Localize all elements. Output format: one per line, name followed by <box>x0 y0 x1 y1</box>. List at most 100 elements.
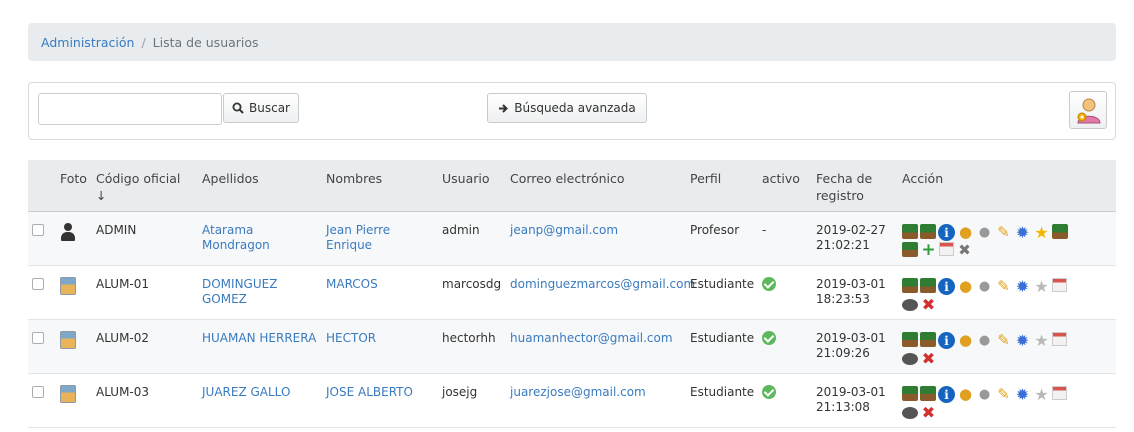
board-add-icon[interactable] <box>1052 224 1068 239</box>
classroom-icon[interactable] <box>902 224 918 239</box>
firstname-line2: Enrique <box>326 238 373 252</box>
firstname-link[interactable]: HECTOR <box>326 331 376 345</box>
header-firstname[interactable]: Nombres <box>322 160 438 212</box>
firstname-link[interactable]: MARCOS <box>326 277 378 291</box>
edit-pencil-icon[interactable]: ✎ <box>995 332 1012 349</box>
delete-icon[interactable]: ✖ <box>920 404 937 421</box>
info-icon[interactable]: i <box>938 332 955 349</box>
search-input[interactable] <box>38 93 222 125</box>
edit-pencil-icon[interactable]: ✎ <box>995 224 1012 241</box>
cell-date: 2019-02-27 <box>816 223 886 237</box>
table-header-row: Foto Código oficial ↓ Apellidos Nombres … <box>28 160 1116 212</box>
classroom-icon[interactable] <box>902 278 918 293</box>
star-outline-icon[interactable]: ★ <box>1033 386 1050 403</box>
classroom-icon[interactable] <box>902 386 918 401</box>
user-photo-icon <box>60 223 76 241</box>
header-active[interactable]: activo <box>758 160 812 212</box>
breadcrumb-current: Lista de usuarios <box>152 34 259 50</box>
lastname-link[interactable]: Atarama Mondragon <box>202 223 270 252</box>
firstname-link[interactable]: JOSE ALBERTO <box>326 385 413 399</box>
impersonate-mask-icon[interactable] <box>902 299 918 311</box>
impersonate-mask-icon[interactable] <box>902 407 918 419</box>
row-checkbox[interactable] <box>32 332 44 344</box>
classroom-board-icon[interactable] <box>920 278 936 293</box>
lastname-line2: GOMEZ <box>202 292 247 306</box>
header-photo: Foto <box>56 160 92 212</box>
board-export-icon[interactable] <box>902 242 918 257</box>
info-icon[interactable]: i <box>938 386 955 403</box>
user-add-icon[interactable]: ● <box>957 278 974 295</box>
delete-icon[interactable]: ✖ <box>920 350 937 367</box>
edit-pencil-icon[interactable]: ✎ <box>995 386 1012 403</box>
row-checkbox[interactable] <box>32 224 44 236</box>
lastname-line1: Atarama <box>202 223 254 237</box>
impersonate-mask-icon[interactable] <box>902 353 918 365</box>
check-circle-icon[interactable] <box>762 331 776 345</box>
cell-code: ALUM-02 <box>92 319 198 374</box>
header-select <box>28 160 56 212</box>
search-icon <box>232 102 244 114</box>
header-lastname[interactable]: Apellidos <box>198 160 322 212</box>
email-link[interactable]: jeanp@gmail.com <box>510 223 618 237</box>
header-code[interactable]: Código oficial ↓ <box>92 160 198 212</box>
cell-profile: Estudiante <box>686 319 758 374</box>
classroom-board-icon[interactable] <box>920 386 936 401</box>
cell-user: hectorhh <box>438 319 506 374</box>
header-action: Acción <box>898 160 1116 212</box>
row-checkbox[interactable] <box>32 278 44 290</box>
lastname-link[interactable]: DOMINGUEZ GOMEZ <box>202 277 277 306</box>
classroom-icon[interactable] <box>902 332 918 347</box>
header-registration-date[interactable]: Fecha de registro <box>812 160 898 212</box>
group-icon[interactable]: ● <box>976 278 993 295</box>
calendar-icon[interactable] <box>1052 278 1067 292</box>
cell-user: josejg <box>438 373 506 428</box>
firstname-link[interactable]: Jean Pierre Enrique <box>326 223 390 252</box>
edit-pencil-icon[interactable]: ✎ <box>995 278 1012 295</box>
classroom-board-icon[interactable] <box>920 224 936 239</box>
email-link[interactable]: juarezjose@gmail.com <box>510 385 646 399</box>
check-circle-icon[interactable] <box>762 385 776 399</box>
cell-time: 21:02:21 <box>816 238 870 252</box>
search-button[interactable]: Buscar <box>223 93 299 123</box>
user-add-icon[interactable]: ● <box>957 224 974 241</box>
student-photo-icon <box>60 277 76 295</box>
star-outline-icon[interactable]: ★ <box>1033 332 1050 349</box>
email-link[interactable]: dominguezmarcos@gmail.com <box>510 277 695 291</box>
breadcrumb-administracion-link[interactable]: Administración <box>41 35 134 50</box>
info-icon[interactable]: i <box>938 278 955 295</box>
sort-down-icon: ↓ <box>96 188 107 203</box>
cell-user: admin <box>438 211 506 266</box>
header-registration-date-line1: Fecha de <box>816 171 873 186</box>
star-outline-icon[interactable]: ★ <box>1033 278 1050 295</box>
settings-gear-icon[interactable]: ✹ <box>1014 224 1031 241</box>
header-user[interactable]: Usuario <box>438 160 506 212</box>
settings-gear-icon[interactable]: ✹ <box>1014 386 1031 403</box>
star-icon[interactable]: ★ <box>1033 224 1050 241</box>
check-circle-icon[interactable] <box>762 277 776 291</box>
group-icon[interactable]: ● <box>976 224 993 241</box>
header-registration-date-line2: registro <box>816 188 864 203</box>
user-add-icon[interactable]: ● <box>957 332 974 349</box>
lastname-link[interactable]: JUAREZ GALLO <box>202 385 290 399</box>
calendar-icon[interactable] <box>1052 332 1067 346</box>
row-checkbox[interactable] <box>32 386 44 398</box>
calendar-icon[interactable] <box>1052 386 1067 400</box>
group-icon[interactable]: ● <box>976 386 993 403</box>
delete-icon[interactable]: ✖ <box>920 296 937 313</box>
user-add-icon[interactable]: ● <box>957 386 974 403</box>
plus-icon[interactable]: + <box>920 242 937 259</box>
advanced-search-button[interactable]: Búsqueda avanzada <box>487 93 647 123</box>
user-settings-button[interactable] <box>1069 91 1107 129</box>
cell-time: 21:09:26 <box>816 346 870 360</box>
calendar-icon[interactable] <box>939 242 954 256</box>
settings-gear-icon[interactable]: ✹ <box>1014 332 1031 349</box>
info-icon[interactable]: i <box>938 224 955 241</box>
disabled-delete-icon[interactable]: ✖ <box>956 242 973 259</box>
header-profile[interactable]: Perfil <box>686 160 758 212</box>
email-link[interactable]: huamanhector@gmail.com <box>510 331 673 345</box>
lastname-link[interactable]: HUAMAN HERRERA <box>202 331 316 345</box>
group-icon[interactable]: ● <box>976 332 993 349</box>
settings-gear-icon[interactable]: ✹ <box>1014 278 1031 295</box>
header-email[interactable]: Correo electrónico <box>506 160 686 212</box>
classroom-board-icon[interactable] <box>920 332 936 347</box>
